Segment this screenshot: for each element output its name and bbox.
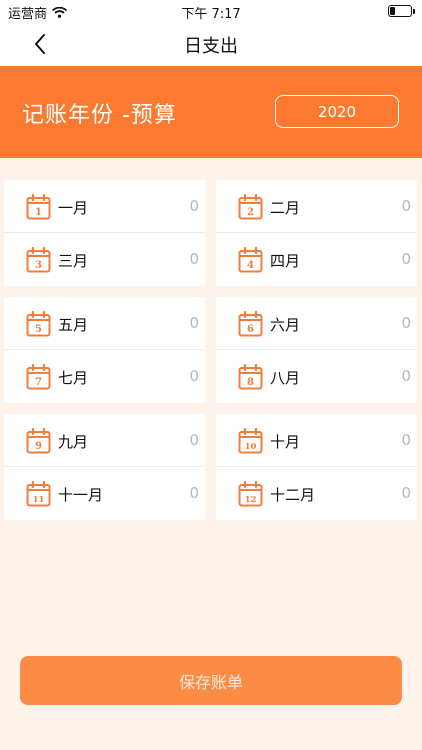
status-bar: 运营商 下午 7:17	[0, 0, 422, 22]
calendar-day-number: 4	[247, 260, 254, 271]
month-budget-value: 0	[189, 431, 199, 449]
calendar-icon: 10	[238, 428, 263, 454]
calendar-icon: 4	[238, 247, 263, 273]
month-label: 二月	[270, 199, 301, 217]
month-label: 十月	[270, 433, 301, 451]
calendar-day-number: 8	[247, 377, 254, 388]
page-title: 日支出	[184, 36, 238, 57]
month-card: 1 一月 0 3 三月 0	[4, 180, 205, 286]
month-card: 6 六月 0 8 八月 0	[216, 297, 417, 403]
month-row-5[interactable]: 5 五月 0	[4, 297, 205, 350]
calendar-icon: 12	[238, 481, 263, 507]
status-time: 下午 7:17	[181, 7, 241, 22]
calendar-day-number: 11	[33, 495, 45, 505]
month-row-8[interactable]: 8 八月 0	[216, 350, 417, 403]
month-budget-value: 0	[189, 484, 199, 502]
calendar-day-number: 3	[35, 260, 42, 271]
month-row-6[interactable]: 6 六月 0	[216, 297, 417, 350]
calendar-icon: 11	[26, 481, 51, 507]
calendar-day-number: 12	[245, 495, 257, 505]
nav-bar: 日支出	[0, 22, 422, 66]
month-row-7[interactable]: 7 七月 0	[4, 350, 205, 403]
month-budget-value: 0	[401, 250, 411, 268]
month-label: 十二月	[270, 486, 316, 504]
year-selector-button[interactable]: 2020	[275, 95, 399, 128]
month-label: 五月	[58, 316, 89, 334]
month-budget-value: 0	[401, 367, 411, 385]
month-label: 四月	[270, 252, 301, 270]
month-budget-value: 0	[401, 484, 411, 502]
calendar-icon: 7	[26, 364, 51, 390]
month-budget-value: 0	[401, 431, 411, 449]
calendar-day-number: 2	[247, 207, 254, 218]
month-row-11[interactable]: 11 十一月 0	[4, 467, 205, 520]
calendar-icon: 8	[238, 364, 263, 390]
month-row-2[interactable]: 2 二月 0	[216, 180, 417, 233]
month-card: 9 九月 0 11 十一月 0	[4, 414, 205, 520]
month-budget-value: 0	[189, 314, 199, 332]
calendar-icon: 9	[26, 428, 51, 454]
month-label: 九月	[58, 433, 89, 451]
calendar-day-number: 10	[245, 442, 257, 452]
budget-title: 记账年份 -预算	[22, 103, 177, 128]
month-label: 一月	[58, 199, 89, 217]
save-bill-button[interactable]: 保存账单	[20, 656, 402, 705]
calendar-day-number: 1	[35, 207, 42, 218]
calendar-icon: 5	[26, 311, 51, 337]
month-budget-value: 0	[401, 314, 411, 332]
calendar-icon: 6	[238, 311, 263, 337]
month-row-4[interactable]: 4 四月 0	[216, 233, 417, 286]
month-row-1[interactable]: 1 一月 0	[4, 180, 205, 233]
month-card: 10 十月 0 12 十二月 0	[216, 414, 417, 520]
calendar-icon: 1	[26, 194, 51, 220]
month-budget-value: 0	[189, 197, 199, 215]
month-label: 八月	[270, 369, 301, 387]
month-row-10[interactable]: 10 十月 0	[216, 414, 417, 467]
month-label: 三月	[58, 252, 89, 270]
month-label: 七月	[58, 369, 89, 387]
month-row-12[interactable]: 12 十二月 0	[216, 467, 417, 520]
calendar-day-number: 9	[35, 441, 42, 452]
calendar-day-number: 6	[247, 324, 254, 335]
month-budget-value: 0	[189, 250, 199, 268]
month-row-3[interactable]: 3 三月 0	[4, 233, 205, 286]
budget-header: 记账年份 -预算 2020	[0, 66, 422, 158]
month-budget-value: 0	[189, 367, 199, 385]
month-budget-value: 0	[401, 197, 411, 215]
calendar-icon: 3	[26, 247, 51, 273]
calendar-icon: 2	[238, 194, 263, 220]
month-label: 六月	[270, 316, 301, 334]
calendar-day-number: 7	[35, 377, 42, 388]
month-label: 十一月	[58, 486, 104, 504]
battery-icon	[388, 5, 415, 17]
calendar-day-number: 5	[35, 324, 42, 335]
month-card: 5 五月 0 7 七月 0	[4, 297, 205, 403]
month-card: 2 二月 0 4 四月 0	[216, 180, 417, 286]
month-row-9[interactable]: 9 九月 0	[4, 414, 205, 467]
